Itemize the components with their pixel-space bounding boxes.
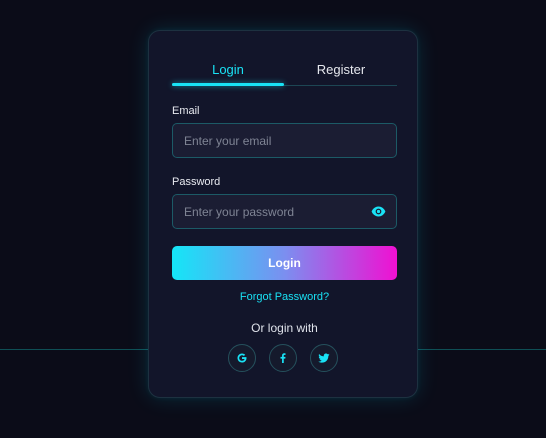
email-label: Email xyxy=(172,105,200,117)
tab-login[interactable]: Login xyxy=(172,55,284,85)
email-field-container xyxy=(172,123,397,158)
eye-icon[interactable] xyxy=(371,205,386,218)
active-tab-indicator xyxy=(172,83,284,86)
google-login-button[interactable] xyxy=(228,344,256,372)
login-button[interactable]: Login xyxy=(172,246,397,280)
facebook-login-button[interactable] xyxy=(269,344,297,372)
facebook-icon xyxy=(280,353,286,363)
email-field[interactable] xyxy=(184,124,364,157)
google-icon xyxy=(237,353,247,363)
twitter-login-button[interactable] xyxy=(310,344,338,372)
twitter-icon xyxy=(318,353,330,363)
password-field[interactable] xyxy=(184,195,364,228)
forgot-password-link[interactable]: Forgot Password? xyxy=(172,291,397,303)
social-login-heading: Or login with xyxy=(251,321,318,335)
page-background: Login Register Email Password Login Forg… xyxy=(0,0,546,438)
tab-register[interactable]: Register xyxy=(285,55,397,85)
password-field-container xyxy=(172,194,397,229)
auth-card: Login Register Email Password Login Forg… xyxy=(148,30,418,398)
auth-tabs: Login Register xyxy=(172,55,397,86)
password-label: Password xyxy=(172,176,221,188)
